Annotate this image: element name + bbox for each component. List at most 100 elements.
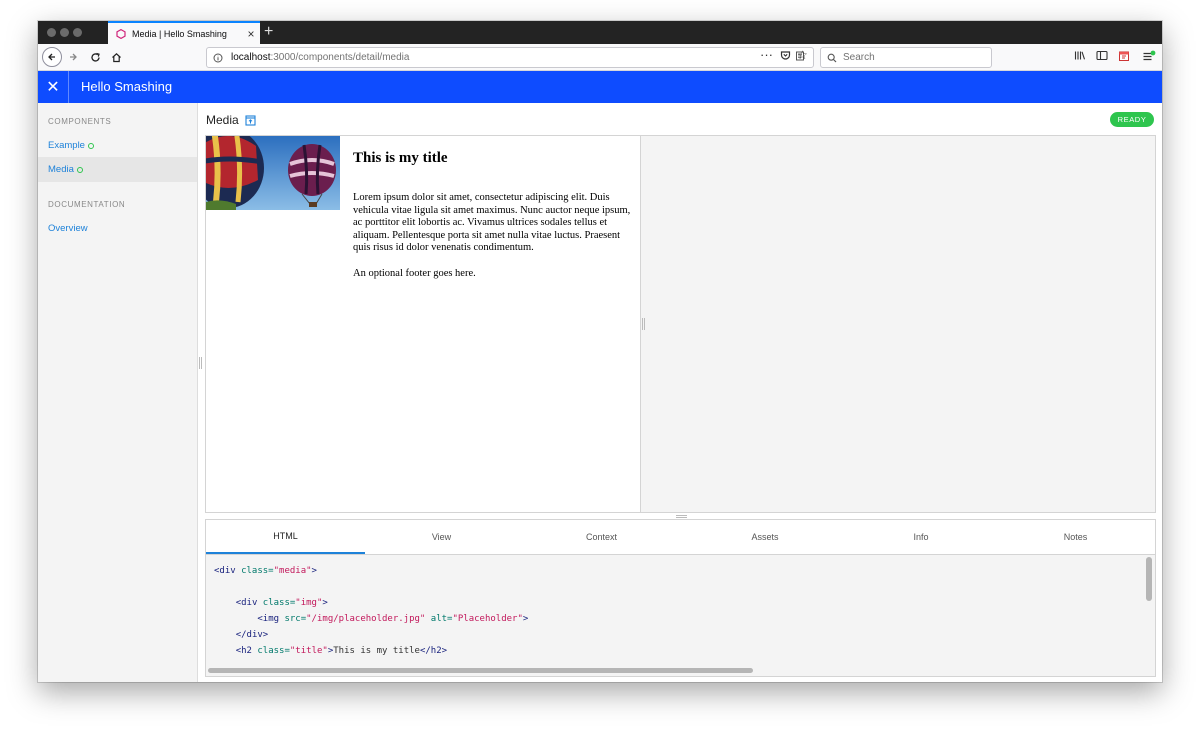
sidebar-item-media[interactable]: Media xyxy=(38,157,197,182)
sidebar-item-example[interactable]: Example xyxy=(38,133,197,158)
hexagon-favicon-icon xyxy=(116,28,126,39)
sidebar-item-label: Example xyxy=(48,140,85,151)
minimize-window-button[interactable] xyxy=(60,28,69,37)
code-line: </div> xyxy=(214,630,269,640)
screenshot-stage: Media | Hello Smashing × + localhost:300… xyxy=(0,0,1200,735)
close-sidebar-button[interactable]: ✕ xyxy=(38,71,69,103)
placeholder-image xyxy=(206,136,340,210)
url-text: localhost:3000/components/detail/media xyxy=(231,52,795,63)
code-text: This is my title xyxy=(333,646,420,656)
search-icon xyxy=(827,53,837,62)
new-tab-button[interactable]: + xyxy=(264,23,273,41)
sidebar-item-label: Overview xyxy=(48,223,88,234)
reload-icon xyxy=(90,52,100,62)
sidebar-toggle-icon[interactable] xyxy=(1096,50,1108,64)
forward-button[interactable] xyxy=(66,50,80,64)
pocket-shape xyxy=(780,51,791,60)
sidebar-item-overview[interactable]: Overview xyxy=(38,216,197,241)
code-attr: class= xyxy=(241,566,274,576)
code-string: "Placeholder" xyxy=(452,614,523,624)
reload-button[interactable] xyxy=(88,50,102,64)
code-tag: <div xyxy=(214,566,242,576)
code-tag: <h2 xyxy=(235,646,258,656)
arrow-right-icon xyxy=(70,53,77,61)
tab-strip: Media | Hello Smashing × + xyxy=(38,21,1162,44)
code-attr: src= xyxy=(284,614,307,624)
code-tag: > xyxy=(522,614,529,624)
tab-view[interactable]: View xyxy=(365,520,518,554)
close-window-button[interactable] xyxy=(47,28,56,37)
hamburger-shape xyxy=(1143,50,1156,61)
code-attr: class= xyxy=(262,598,296,608)
tab-html[interactable]: HTML xyxy=(206,520,365,554)
zoom-window-button[interactable] xyxy=(73,28,82,37)
code-tag: <div xyxy=(235,598,263,608)
code-tag: </div> xyxy=(235,630,269,640)
extension-shape xyxy=(1119,51,1129,61)
sidebar-item-label: Media xyxy=(48,164,74,175)
tab-title: Media | Hello Smashing xyxy=(132,28,227,39)
open-in-new-window-icon[interactable] xyxy=(245,114,256,126)
status-dot-icon xyxy=(87,142,94,149)
code-line: <img src="/img/placeholder.jpg" alt="Pla… xyxy=(214,614,528,624)
home-button[interactable] xyxy=(109,50,123,64)
pocket-icon[interactable] xyxy=(780,50,791,64)
code-string: "title" xyxy=(289,646,328,656)
info-panel: HTML View Context Assets Info Notes <div… xyxy=(205,519,1156,677)
panel-resize-handle[interactable] xyxy=(676,515,687,518)
browser-tab-active[interactable]: Media | Hello Smashing × xyxy=(108,21,260,44)
page-actions-icon[interactable]: ··· xyxy=(760,47,773,62)
tab-context[interactable]: Context xyxy=(518,520,685,554)
code-string: "/img/placeholder.jpg" xyxy=(306,614,426,624)
component-title: Media xyxy=(206,113,239,127)
tab-assets[interactable]: Assets xyxy=(685,520,845,554)
url-path: :3000/components/detail/media xyxy=(270,52,410,63)
horizontal-scrollbar[interactable] xyxy=(208,668,753,673)
code-line: <div class="media"> xyxy=(214,566,317,576)
media-body: Lorem ipsum dolor sit amet, consectetur … xyxy=(353,192,631,254)
code-string: "media" xyxy=(273,566,312,576)
url-host: localhost xyxy=(231,52,271,63)
preview-resize-handle[interactable] xyxy=(642,318,645,330)
home-icon xyxy=(111,52,121,62)
close-tab-icon[interactable]: × xyxy=(242,28,260,40)
library-icon[interactable] xyxy=(1074,50,1086,64)
search-placeholder: Search xyxy=(843,52,875,63)
vertical-scrollbar[interactable] xyxy=(1146,557,1152,601)
browser-window: Media | Hello Smashing × + localhost:300… xyxy=(38,21,1162,682)
app-header: ✕ Hello Smashing xyxy=(38,71,1162,103)
sidebar: COMPONENTS Example Media DOCUMENTATION O… xyxy=(38,103,198,682)
search-bar[interactable]: Search xyxy=(820,47,992,68)
media-footer: An optional footer goes here. xyxy=(353,268,476,279)
code-tag: <img xyxy=(257,614,285,624)
component-preview: This is my title Lorem ipsum dolor sit a… xyxy=(205,135,1156,513)
menu-icon[interactable] xyxy=(1142,50,1156,65)
arrow-left-icon xyxy=(48,53,55,61)
extension-icon[interactable] xyxy=(1118,50,1130,65)
components-heading: COMPONENTS xyxy=(48,117,112,126)
navigation-toolbar: localhost:3000/components/detail/media ·… xyxy=(38,44,1162,71)
sidebar-resize-handle[interactable] xyxy=(199,357,202,369)
hot-air-balloons-image xyxy=(206,136,340,210)
code-attr: alt= xyxy=(425,614,453,624)
code-tag: </h2> xyxy=(419,646,448,656)
media-title: This is my title xyxy=(353,150,448,166)
sidebar-shape xyxy=(1096,50,1108,61)
tab-notes[interactable]: Notes xyxy=(997,520,1154,554)
code-attr: class= xyxy=(257,646,290,656)
back-button[interactable] xyxy=(42,47,62,67)
tab-info[interactable]: Info xyxy=(845,520,997,554)
code-tag: > xyxy=(322,598,328,608)
app-title: Hello Smashing xyxy=(81,79,173,94)
documentation-heading: DOCUMENTATION xyxy=(48,200,126,209)
code-tag: > xyxy=(311,566,317,576)
component-header: Media xyxy=(206,111,256,129)
bookmark-star-icon[interactable]: ☆ xyxy=(797,48,808,62)
url-bar[interactable]: localhost:3000/components/detail/media xyxy=(206,47,814,68)
code-line: <div class="img"> xyxy=(214,598,328,608)
code-string: "img" xyxy=(295,598,323,608)
preview-empty-area xyxy=(640,136,1155,512)
code-line: <h2 class="title">This is my title</h2> xyxy=(214,646,447,656)
info-icon[interactable] xyxy=(213,53,223,63)
panel-tabs: HTML View Context Assets Info Notes xyxy=(206,520,1155,555)
